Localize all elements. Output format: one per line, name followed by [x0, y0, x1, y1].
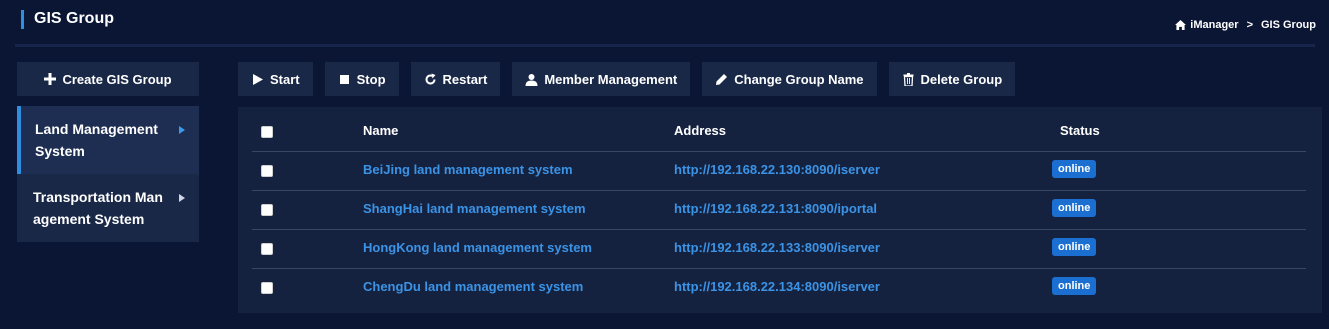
restart-label: Restart — [442, 71, 488, 87]
group-list: Land Management System Transportation Ma… — [17, 106, 199, 242]
refresh-icon — [425, 73, 436, 84]
delete-group-label: Delete Group — [920, 71, 1003, 87]
plus-icon — [44, 73, 57, 85]
sidebar-item-label-line1: Transportation Man — [33, 189, 163, 205]
create-gis-group-label: Create GIS Group — [62, 71, 172, 87]
member-name-link[interactable]: BeiJing land management system — [363, 162, 573, 177]
chevron-right-icon — [179, 126, 185, 134]
column-header-status: Status — [1060, 123, 1100, 138]
member-address-link[interactable]: http://192.168.22.134:8090/iserver — [674, 279, 880, 294]
status-badge: online — [1052, 277, 1097, 295]
change-group-name-label: Change Group Name — [734, 71, 864, 87]
member-name-link[interactable]: ChengDu land management system — [363, 279, 583, 294]
member-address-link[interactable]: http://192.168.22.131:8090/iportal — [674, 201, 877, 216]
member-address-link[interactable]: http://192.168.22.130:8090/iserver — [674, 162, 880, 177]
column-header-address: Address — [674, 123, 727, 138]
status-badge: online — [1052, 238, 1097, 256]
member-management-label: Member Management — [544, 71, 678, 87]
select-all-checkbox[interactable] — [261, 126, 273, 138]
status-badge: online — [1052, 160, 1097, 178]
member-table: Name Address Status BeiJing land managem… — [238, 107, 1322, 313]
play-icon — [253, 73, 263, 85]
chevron-right-icon — [179, 194, 185, 202]
table-row: HongKong land management system http://1… — [252, 230, 1306, 269]
title-accent-bar — [21, 10, 24, 29]
breadcrumb-current: GIS Group — [1261, 19, 1316, 31]
table-row: ChengDu land management system http://19… — [252, 269, 1306, 307]
start-button[interactable]: Start — [238, 62, 313, 96]
table-row: ShangHai land management system http://1… — [252, 191, 1306, 230]
start-label: Start — [270, 71, 300, 87]
table-header-row: Name Address Status — [252, 113, 1306, 152]
row-checkbox[interactable] — [261, 165, 273, 177]
sidebar-item-land-management[interactable]: Land Management System — [17, 106, 199, 174]
stop-label: Stop — [356, 71, 386, 87]
user-icon — [525, 73, 538, 86]
sidebar: Create GIS Group Land Management System … — [17, 62, 199, 242]
table-row: BeiJing land management system http://19… — [252, 152, 1306, 191]
sidebar-item-label-line2: agement System — [33, 211, 145, 227]
row-checkbox[interactable] — [261, 282, 273, 294]
breadcrumb: iManager > GIS Group — [1175, 19, 1316, 31]
delete-group-button[interactable]: Delete Group — [888, 62, 1016, 96]
pencil-icon — [716, 73, 728, 85]
stop-button[interactable]: Stop — [324, 62, 399, 96]
column-header-name: Name — [363, 123, 399, 138]
sidebar-item-label-line1: Land Management — [35, 121, 158, 137]
header-divider — [15, 44, 1315, 47]
row-checkbox[interactable] — [261, 204, 273, 216]
page-header: GIS Group iManager > GIS Group — [0, 0, 1329, 47]
change-group-name-button[interactable]: Change Group Name — [702, 62, 877, 96]
toolbar: Start Stop Restart Member Management Cha… — [238, 62, 1016, 96]
stop-icon — [339, 74, 349, 84]
member-name-link[interactable]: ShangHai land management system — [363, 201, 586, 216]
row-checkbox[interactable] — [261, 243, 273, 255]
sidebar-item-transportation-management[interactable]: Transportation Man agement System — [17, 174, 199, 242]
member-address-link[interactable]: http://192.168.22.133:8090/iserver — [674, 240, 880, 255]
status-badge: online — [1052, 199, 1097, 217]
trash-icon — [903, 72, 914, 86]
member-name-link[interactable]: HongKong land management system — [363, 240, 592, 255]
restart-button[interactable]: Restart — [410, 62, 501, 96]
create-gis-group-button[interactable]: Create GIS Group — [17, 62, 199, 96]
page-title: GIS Group — [34, 10, 114, 27]
member-management-button[interactable]: Member Management — [512, 62, 691, 96]
home-icon[interactable] — [1175, 20, 1187, 30]
sidebar-item-label-line2: System — [35, 143, 85, 159]
breadcrumb-home[interactable]: iManager — [1190, 19, 1238, 31]
breadcrumb-separator: > — [1246, 19, 1253, 31]
